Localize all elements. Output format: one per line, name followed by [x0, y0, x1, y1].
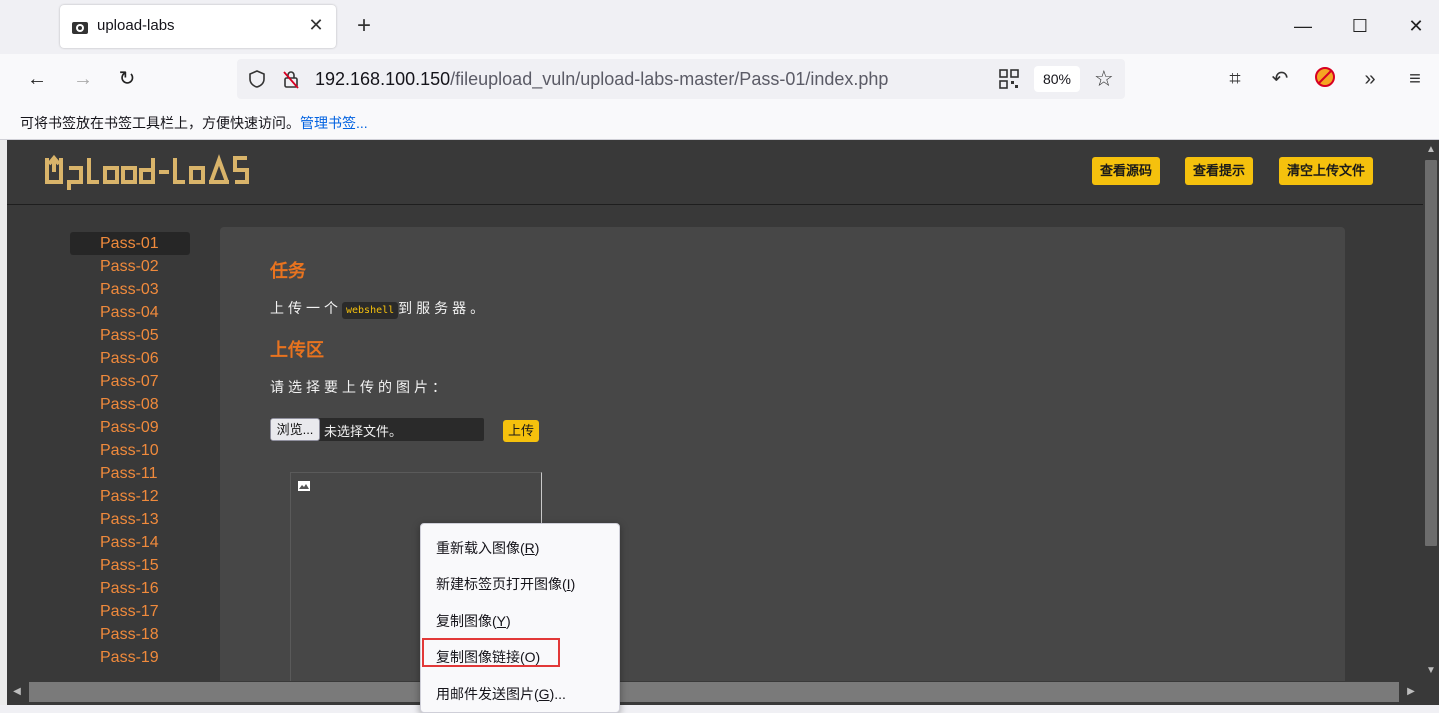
- sidebar-item-pass-11[interactable]: Pass-11: [70, 462, 190, 485]
- close-tab-icon[interactable]: ✕: [306, 14, 326, 36]
- manage-bookmarks-link[interactable]: 管理书签...: [300, 115, 368, 131]
- menu-icon[interactable]: ≡: [1402, 66, 1428, 92]
- menu-item-open-image-new-tab[interactable]: 新建标签页打开图像(I): [421, 570, 619, 598]
- sidebar-item-pass-13[interactable]: Pass-13: [70, 508, 190, 531]
- undo-icon[interactable]: ↶: [1267, 66, 1293, 92]
- bookmark-star-icon[interactable]: ☆: [1094, 66, 1114, 92]
- bookmarks-bar: 可将书签放在书签工具栏上，方便快速访问。管理书签...: [0, 104, 1439, 140]
- upload-prompt: 请选择要上传的图片：: [270, 379, 450, 395]
- sidebar-item-pass-16[interactable]: Pass-16: [70, 577, 190, 600]
- qr-code-icon[interactable]: [999, 69, 1019, 89]
- clear-uploads-button[interactable]: 清空上传文件: [1279, 157, 1374, 185]
- sidebar-item-pass-03[interactable]: Pass-03: [70, 278, 190, 301]
- view-source-button[interactable]: 查看源码: [1092, 157, 1161, 185]
- sidebar-item-pass-15[interactable]: Pass-15: [70, 554, 190, 577]
- sidebar-item-pass-07[interactable]: Pass-07: [70, 370, 190, 393]
- tab-title: upload-labs: [97, 17, 175, 34]
- scroll-down-icon[interactable]: ▼: [1423, 663, 1439, 679]
- vertical-scroll-thumb[interactable]: [1425, 160, 1437, 546]
- favicon-icon: [72, 22, 88, 34]
- menu-item-email-image[interactable]: 用邮件发送图片(G)...: [421, 680, 619, 708]
- menu-item-copy-image[interactable]: 复制图像(Y): [421, 607, 619, 635]
- web-page: 查看源码 查看提示 清空上传文件 Pass-01 Pass-02 Pass-03…: [7, 140, 1423, 681]
- forward-icon[interactable]: →: [70, 66, 96, 92]
- sidebar-item-pass-06[interactable]: Pass-06: [70, 347, 190, 370]
- file-input[interactable]: 浏览... 未选择文件。: [270, 418, 484, 441]
- view-hint-button[interactable]: 查看提示: [1185, 157, 1254, 185]
- new-tab-icon[interactable]: +: [352, 14, 376, 38]
- url-bar[interactable]: 192.168.100.150/fileupload_vuln/upload-l…: [237, 59, 1125, 99]
- menu-item-reload-image[interactable]: 重新载入图像(R): [421, 534, 619, 562]
- scroll-left-icon[interactable]: ◀: [9, 684, 25, 700]
- navigation-bar: ← → ↻ 192.168.100.150/fileupload_vuln/up…: [0, 54, 1439, 104]
- sidebar-item-pass-05[interactable]: Pass-05: [70, 324, 190, 347]
- maximize-icon[interactable]: ☐: [1346, 12, 1374, 40]
- pass-sidebar: Pass-01 Pass-02 Pass-03 Pass-04 Pass-05 …: [70, 232, 190, 669]
- horizontal-scroll-thumb[interactable]: [29, 682, 1399, 702]
- tab-strip: upload-labs ✕ + — ☐ ✕: [0, 0, 1439, 54]
- sidebar-item-pass-10[interactable]: Pass-10: [70, 439, 190, 462]
- upload-button[interactable]: 上传: [503, 420, 539, 442]
- broken-image-icon: [298, 481, 310, 491]
- image-context-menu: 重新载入图像(R) 新建标签页打开图像(I) 复制图像(Y) 复制图像链接(O)…: [420, 523, 620, 713]
- sidebar-item-pass-09[interactable]: Pass-09: [70, 416, 190, 439]
- scroll-up-icon[interactable]: ▲: [1423, 142, 1439, 158]
- bookmarks-hint: 可将书签放在书签工具栏上，方便快速访问。管理书签...: [20, 115, 368, 131]
- insecure-lock-icon[interactable]: [281, 69, 301, 89]
- sidebar-item-pass-04[interactable]: Pass-04: [70, 301, 190, 324]
- blocked-extension-icon: [1315, 67, 1335, 87]
- sidebar-item-pass-17[interactable]: Pass-17: [70, 600, 190, 623]
- reload-icon[interactable]: ↻: [114, 66, 140, 92]
- extension-icon[interactable]: [1312, 66, 1338, 92]
- webshell-code: webshell: [342, 302, 399, 319]
- scrollbar-corner: [1423, 681, 1439, 705]
- highlight-box: [422, 638, 560, 667]
- url-text[interactable]: 192.168.100.150/fileupload_vuln/upload-l…: [315, 69, 888, 90]
- tab-upload-labs[interactable]: upload-labs ✕: [60, 5, 336, 48]
- main-panel: 任务 上传一个 webshell 到服务器。 上传区 请选择要上传的图片： 浏览..…: [220, 227, 1345, 681]
- overflow-chevrons-icon[interactable]: »: [1357, 66, 1383, 92]
- window-close-icon[interactable]: ✕: [1402, 12, 1430, 40]
- sidebar-item-pass-14[interactable]: Pass-14: [70, 531, 190, 554]
- shield-icon[interactable]: [247, 69, 267, 89]
- vertical-scrollbar[interactable]: ▲ ▼: [1423, 140, 1439, 681]
- zoom-level-button[interactable]: 80%: [1034, 66, 1080, 92]
- task-description: 上传一个 webshell 到服务器。: [270, 298, 488, 319]
- scroll-right-icon[interactable]: ▶: [1403, 684, 1419, 700]
- minimize-icon[interactable]: —: [1289, 12, 1317, 40]
- sidebar-item-pass-18[interactable]: Pass-18: [70, 623, 190, 646]
- upload-labs-logo: [45, 154, 249, 190]
- back-icon[interactable]: ←: [24, 66, 50, 92]
- sidebar-item-pass-01[interactable]: Pass-01: [70, 232, 190, 255]
- window-left-edge: [0, 140, 7, 705]
- crop-icon[interactable]: ⌗: [1222, 66, 1248, 92]
- upload-heading: 上传区: [270, 340, 324, 360]
- sidebar-item-pass-08[interactable]: Pass-08: [70, 393, 190, 416]
- sidebar-item-pass-19[interactable]: Pass-19: [70, 646, 190, 669]
- no-file-label: 未选择文件。: [324, 424, 403, 439]
- browse-button[interactable]: 浏览...: [270, 418, 320, 441]
- task-heading: 任务: [270, 261, 306, 281]
- sidebar-item-pass-12[interactable]: Pass-12: [70, 485, 190, 508]
- sidebar-item-pass-02[interactable]: Pass-02: [70, 255, 190, 278]
- horizontal-scrollbar[interactable]: ◀ ▶: [7, 681, 1423, 705]
- site-header: 查看源码 查看提示 清空上传文件: [7, 140, 1423, 205]
